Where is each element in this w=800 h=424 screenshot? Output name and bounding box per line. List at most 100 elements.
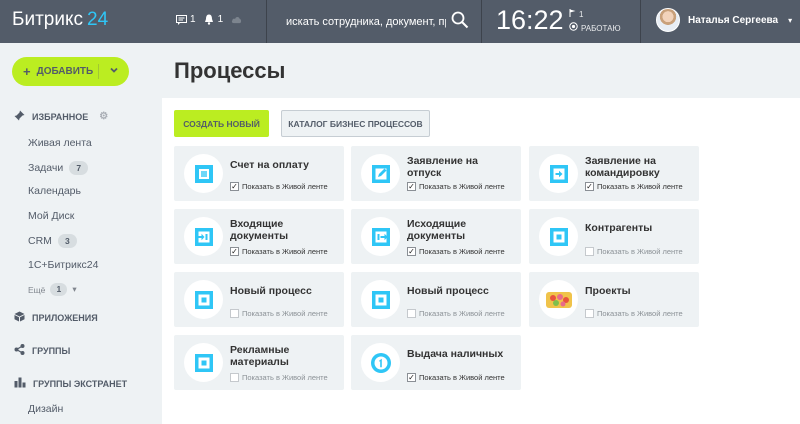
sidebar-item-label: Задачи <box>28 162 64 174</box>
show-in-feed-checkbox[interactable]: ✓ Показать в Живой ленте <box>407 247 505 256</box>
projects-icon <box>539 280 578 319</box>
show-in-feed-checkbox[interactable]: ✓ Показать в Живой ленте <box>407 373 505 382</box>
chevron-down-icon[interactable] <box>109 65 119 78</box>
checkbox-checked[interactable]: ✓ <box>407 182 416 191</box>
show-in-feed-checkbox[interactable]: Показать в Живой ленте <box>585 309 683 318</box>
sidebar-more[interactable]: Ещё 1 ▾ <box>28 283 77 296</box>
chevron-down-icon: ▾ <box>788 15 793 25</box>
work-time-widget[interactable]: 1 РАБОТАЮ <box>569 8 621 36</box>
sidebar-item-crm[interactable]: CRM 3 <box>28 234 77 248</box>
process-card-vacation[interactable]: Заявление на отпуск ✓ Показать в Живой ле… <box>351 146 521 201</box>
process-card-ad-materials[interactable]: Рекламные материалы Показать в Живой лен… <box>174 335 344 390</box>
show-in-feed-checkbox[interactable]: Показать в Живой ленте <box>230 309 328 318</box>
checkbox-unchecked[interactable] <box>407 309 416 318</box>
logo[interactable]: Битрикс 24 <box>12 9 108 31</box>
show-in-feed-label: Показать в Живой ленте <box>597 309 683 318</box>
vacation-request-icon <box>361 154 400 193</box>
checkbox-checked[interactable]: ✓ <box>407 373 416 382</box>
groups-label: ГРУППЫ <box>32 345 71 356</box>
sidebar-item-label: CRM <box>28 235 52 247</box>
sidebar-item-label: 1С+Битрикс24 <box>28 259 99 271</box>
process-card-new-process-2[interactable]: Новый процесс Показать в Живой ленте <box>351 272 521 327</box>
search-box[interactable] <box>276 0 481 43</box>
sidebar-item-live-feed[interactable]: Живая лента <box>28 137 92 149</box>
favorites-section-title[interactable]: ИЗБРАННОЕ ⚙ <box>14 110 108 123</box>
process-card-new-process-1[interactable]: Новый процесс Показать в Живой ленте <box>174 272 344 327</box>
apps-section-title[interactable]: ПРИЛОЖЕНИЯ <box>14 311 98 324</box>
checkbox-checked[interactable]: ✓ <box>585 182 594 191</box>
show-in-feed-label: Показать в Живой ленте <box>597 182 683 191</box>
process-card-cash-issue[interactable]: Выдача наличных ✓ Показать в Живой ленте <box>351 335 521 390</box>
checkbox-unchecked[interactable] <box>585 309 594 318</box>
search-input[interactable] <box>286 15 446 28</box>
show-in-feed-label: Показать в Живой ленте <box>242 182 328 191</box>
process-card-incoming-docs[interactable]: Входящие документы ✓ Показать в Живой лен… <box>174 209 344 264</box>
show-in-feed-checkbox[interactable]: ✓ Показать в Живой ленте <box>230 182 328 191</box>
process-card-title: Счет на оплату <box>230 159 309 171</box>
process-card-outgoing-docs[interactable]: Исходящие документы ✓ Показать в Живой ле… <box>351 209 521 264</box>
show-in-feed-checkbox[interactable]: Показать в Живой ленте <box>407 309 505 318</box>
messages-count: 1 <box>190 14 196 25</box>
checkbox-checked[interactable]: ✓ <box>230 247 239 256</box>
user-menu[interactable]: Наталья Сергеева ▾ <box>656 8 792 32</box>
business-trip-icon <box>539 154 578 193</box>
process-card-title: Входящие документы <box>230 218 289 242</box>
process-card-business-trip[interactable]: Заявление на командировку ✓ Показать в Жи… <box>529 146 699 201</box>
process-card-projects[interactable]: Проекты Показать в Живой ленте <box>529 272 699 327</box>
extranet-groups-icon <box>14 377 26 390</box>
sidebar-item-my-drive[interactable]: Мой Диск <box>28 210 74 222</box>
sidebar-item-tasks[interactable]: Задачи 7 <box>28 161 89 175</box>
clock[interactable]: 16:22 <box>496 5 564 36</box>
show-in-feed-checkbox[interactable]: ✓ Показать в Живой ленте <box>230 247 328 256</box>
show-in-feed-label: Показать в Живой ленте <box>597 247 683 256</box>
sidebar-item-label: Дизайн <box>28 403 64 415</box>
sidebar-item-label: Календарь <box>28 185 81 197</box>
sidebar-item-1c-bitrix[interactable]: 1С+Битрикс24 <box>28 259 98 271</box>
process-card-title: Заявление на отпуск <box>407 155 478 179</box>
logo-number: 24 <box>87 9 109 30</box>
plus-icon: + <box>23 64 31 79</box>
gear-icon[interactable]: ⚙ <box>99 111 108 122</box>
checkbox-checked[interactable]: ✓ <box>230 182 239 191</box>
sidebar-item-calendar[interactable]: Календарь <box>28 185 81 197</box>
cloud-icon <box>231 14 242 25</box>
header-divider <box>266 0 267 43</box>
sidebar: + ДОБАВИТЬ ИЗБРАННОЕ ⚙ Живая лента Задач… <box>0 43 162 424</box>
incoming-documents-icon <box>184 217 223 256</box>
flag-row: 1 <box>569 8 621 22</box>
outgoing-documents-icon <box>361 217 400 256</box>
groups-section-title[interactable]: ГРУППЫ <box>14 344 70 357</box>
invoice-icon <box>184 154 223 193</box>
sidebar-item-label: Мой Диск <box>28 210 75 222</box>
show-in-feed-checkbox[interactable]: ✓ Показать в Живой ленте <box>585 182 683 191</box>
pin-icon <box>14 110 25 123</box>
show-in-feed-checkbox[interactable]: ✓ Показать в Живой ленте <box>407 182 505 191</box>
cloud-status[interactable] <box>231 14 242 25</box>
extranet-section-title[interactable]: ГРУППЫ ЭКСТРАНЕТ <box>14 377 127 390</box>
header-divider <box>481 0 482 43</box>
process-card-counterparties[interactable]: Контрагенты Показать в Живой ленте <box>529 209 699 264</box>
show-in-feed-label: Показать в Живой ленте <box>419 182 505 191</box>
show-in-feed-checkbox[interactable]: Показать в Живой ленте <box>585 247 683 256</box>
process-card-invoice[interactable]: Счет на оплату ✓ Показать в Живой ленте <box>174 146 344 201</box>
search-icon[interactable] <box>451 11 469 34</box>
checkbox-unchecked[interactable] <box>585 247 594 256</box>
header-counters: 1 1 <box>176 14 242 25</box>
checkbox-unchecked[interactable] <box>230 309 239 318</box>
process-card-title: Выдача наличных <box>407 348 504 360</box>
show-in-feed-checkbox[interactable]: Показать в Живой ленте <box>230 373 328 382</box>
checkbox-unchecked[interactable] <box>230 373 239 382</box>
add-button[interactable]: + ДОБАВИТЬ <box>12 57 129 86</box>
catalog-button[interactable]: КАТАЛОГ БИЗНЕС ПРОЦЕССОВ <box>281 110 430 137</box>
avatar[interactable] <box>656 8 680 32</box>
more-count-badge: 1 <box>50 283 68 296</box>
show-in-feed-label: Показать в Живой ленте <box>419 247 505 256</box>
cash-issue-icon <box>361 343 400 382</box>
sidebar-item-design[interactable]: Дизайн <box>28 403 63 415</box>
checkbox-checked[interactable]: ✓ <box>407 247 416 256</box>
create-new-button[interactable]: СОЗДАТЬ НОВЫЙ <box>174 110 269 137</box>
messages-counter[interactable]: 1 <box>176 14 196 25</box>
sidebar-item-label: Живая лента <box>28 137 92 149</box>
apps-label: ПРИЛОЖЕНИЯ <box>32 312 98 323</box>
notifications-counter[interactable]: 1 <box>204 14 223 25</box>
